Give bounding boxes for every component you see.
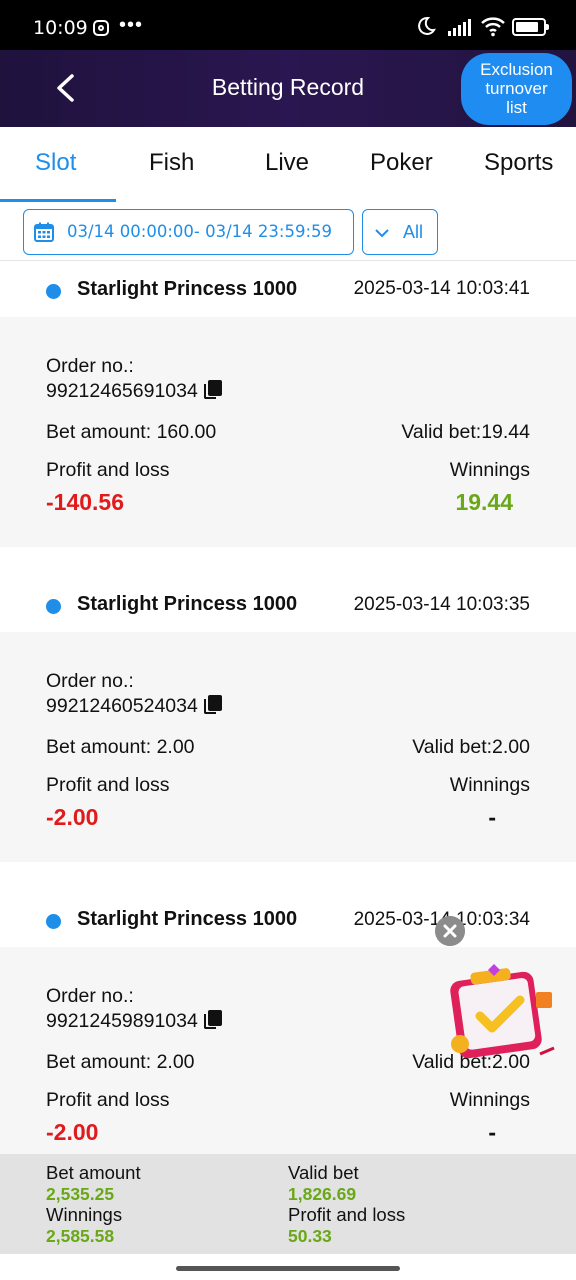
profit-and-loss-label: Profit and loss [46,774,170,796]
winnings-value: 19.44 [455,489,513,515]
profit-and-loss-value: -140.56 [46,489,125,515]
order-no-label: Order no.: [46,670,134,692]
game-name: Starlight Princess 1000 [77,593,298,615]
category-tabs: Slot Fish Live Poker Sports [0,127,576,203]
summary-bet-amount-label: Bet amount [46,1162,141,1183]
exclusion-button-line-1: Exclusion [480,60,553,79]
tab-fish[interactable]: Fish [149,149,194,177]
cellular-signal-icon [448,19,471,36]
date-range-filter[interactable]: 03/14 00:00:00- 03/14 23:59:59 [23,209,354,255]
winnings-value: - [488,804,496,830]
wifi-icon [481,17,505,37]
status-dot-icon [46,284,61,299]
instagram-notification-icon [93,20,109,36]
status-dot-icon [46,599,61,614]
filter-bar: 03/14 00:00:00- 03/14 23:59:59 All [0,203,576,261]
copy-icon[interactable] [203,380,222,400]
valid-bet: Valid bet:2.00 [412,736,530,758]
chevron-down-icon [375,229,389,238]
order-no-row: 99212465691034 [46,380,222,403]
battery-icon [512,18,549,36]
summary-winnings-label: Winnings [46,1204,123,1225]
record-header: Starlight Princess 1000 2025-03-14 10:03… [0,892,576,947]
status-dot-icon [46,914,61,929]
profit-and-loss-label: Profit and loss [46,459,170,481]
profit-and-loss-value: -2.00 [46,804,99,830]
calendar-icon [34,222,54,242]
summary-profit-and-loss-label: Profit and loss [288,1204,406,1225]
winnings-label: Winnings [449,774,530,796]
valid-bet: Valid bet:19.44 [401,421,530,443]
order-number: 99212460524034 [46,695,198,717]
active-tab-indicator [0,199,116,202]
record-header: Starlight Princess 1000 2025-03-14 10:03… [0,577,576,632]
type-filter-value: All [403,222,424,242]
tab-slot[interactable]: Slot [35,149,76,177]
tab-live[interactable]: Live [265,149,309,177]
type-filter-dropdown[interactable]: All [362,209,438,255]
profit-and-loss-label: Profit and loss [46,1089,170,1111]
order-no-label: Order no.: [46,355,134,377]
date-range-text: 03/14 00:00:00- 03/14 23:59:59 [67,222,332,241]
bet-time: 2025-03-14 10:03:41 [353,278,530,299]
exclusion-button-line-3: list [506,98,527,117]
record-details: Order no.: 99212460524034 Bet amount: 2.… [0,632,576,862]
summary-valid-bet-label: Valid bet [288,1162,359,1183]
bet-amount: Bet amount: 160.00 [46,421,217,443]
record-details: Order no.: 99212465691034 Bet amount: 16… [0,317,576,547]
game-name: Starlight Princess 1000 [77,908,298,930]
promo-checklist-icon[interactable] [440,956,558,1066]
betting-record-screen: 10:09 ••• Betting Record Exclusion turno… [0,0,576,1280]
status-time: 10:09 [33,17,88,39]
status-icons [416,15,549,39]
bet-amount: Bet amount: 2.00 [46,736,195,758]
status-bar: 10:09 ••• [0,0,576,50]
summary-profit-and-loss-value: 50.33 [288,1226,332,1246]
order-no-row: 99212459891034 [46,1010,222,1033]
copy-icon[interactable] [203,1010,222,1030]
winnings-label: Winnings [449,459,530,481]
do-not-disturb-moon-icon [418,16,436,35]
summary-winnings-value: 2,585.58 [46,1226,115,1246]
winnings-label: Winnings [449,1089,530,1111]
order-no-label: Order no.: [46,985,134,1007]
summary-bar: Bet amount 2,535.25 Valid bet 1,826.69 W… [0,1154,576,1254]
tab-sports[interactable]: Sports [484,149,553,177]
app-header: Betting Record Exclusion turnover list [0,50,576,127]
bet-time: 2025-03-14 10:03:35 [353,594,530,615]
summary-bet-amount-value: 2,535.25 [46,1184,115,1204]
close-icon[interactable] [435,916,465,946]
record-header: Starlight Princess 1000 2025-03-14 10:03… [0,262,576,317]
order-no-row: 99212460524034 [46,695,222,718]
order-number: 99212465691034 [46,380,198,402]
game-name: Starlight Princess 1000 [77,278,298,300]
summary-valid-bet-value: 1,826.69 [288,1184,357,1204]
home-indicator[interactable] [176,1266,400,1271]
exclusion-button-line-2: turnover [485,79,548,98]
copy-icon[interactable] [203,695,222,715]
system-nav-bar [0,1254,576,1280]
profit-and-loss-value: -2.00 [46,1119,99,1145]
exclusion-turnover-list-button[interactable]: Exclusion turnover list [461,53,572,125]
winnings-value: - [488,1119,496,1145]
more-notifications-icon: ••• [119,14,144,36]
order-number: 99212459891034 [46,1010,198,1032]
bet-amount: Bet amount: 2.00 [46,1051,195,1073]
tab-poker[interactable]: Poker [370,149,433,177]
